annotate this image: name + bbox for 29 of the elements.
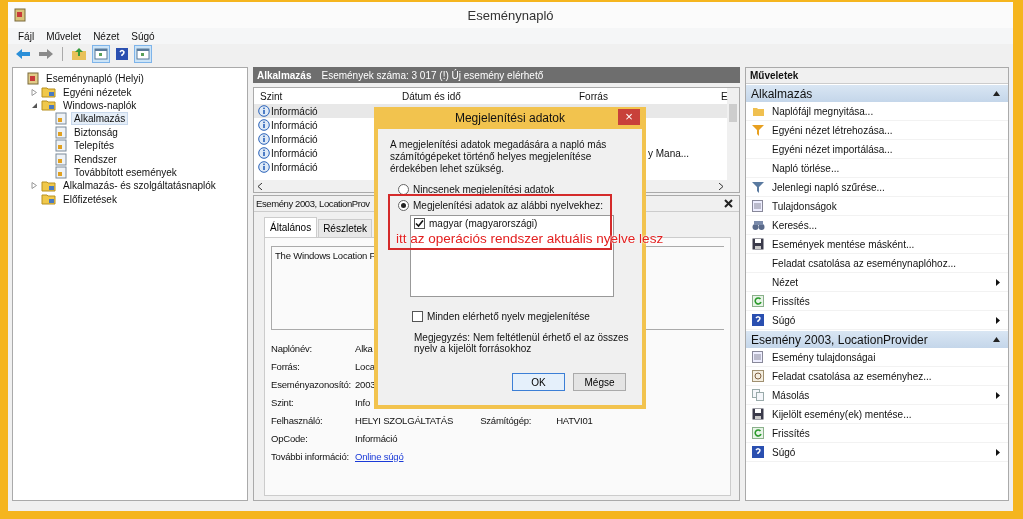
field-value: Info: [355, 396, 372, 408]
dialog-description: A megjelenítési adatok megadására a napló más számítógépeket történő helyes megjelenítése érdekében lehet szükség.: [390, 139, 608, 175]
field-label: Forrás:: [271, 360, 301, 372]
field-value: HELYI SZOLGÁLTATÁS: [355, 414, 454, 426]
dialog-title: Megjelenítési adatok: [454, 111, 566, 125]
log-name: Alkalmazás: [257, 69, 312, 81]
log-info: Események száma: 3 017 (!) Új esemény elérhető: [321, 69, 544, 81]
severity-cell: Információ: [271, 105, 318, 117]
severity-cell: Információ: [271, 147, 318, 159]
section-title: Alkalmazás: [751, 86, 813, 101]
field-value: Loca: [355, 360, 376, 372]
source-cell: y Mana...: [648, 147, 690, 159]
details-title: Esemény 2003, LocationProv: [256, 198, 370, 209]
field-label: Számítógép:: [480, 414, 533, 426]
severity-cell: Információ: [271, 133, 318, 145]
field-label: Szint:: [271, 396, 295, 408]
window-title: Eseménynapló: [467, 7, 554, 23]
section-title: Esemény 2003, LocationProvider: [751, 332, 928, 347]
field-label: Naplónév:: [271, 342, 313, 354]
dialog-note: Megjegyzés: Nem feltétlenül érhető el az összes nyelv a kijelölt forrásokhoz: [414, 332, 630, 354]
severity-cell: Információ: [271, 119, 318, 131]
field-value: HATVI01: [556, 414, 594, 426]
severity-cell: Információ: [271, 161, 318, 173]
field-label: OpCode:: [271, 432, 309, 444]
field-label: Felhasználó:: [271, 414, 324, 426]
field-value: Információ: [355, 432, 399, 444]
actions-header: Műveletek: [746, 68, 1008, 84]
field-label: További információ:: [271, 450, 351, 462]
field-label: Eseményazonosító:: [271, 378, 353, 390]
